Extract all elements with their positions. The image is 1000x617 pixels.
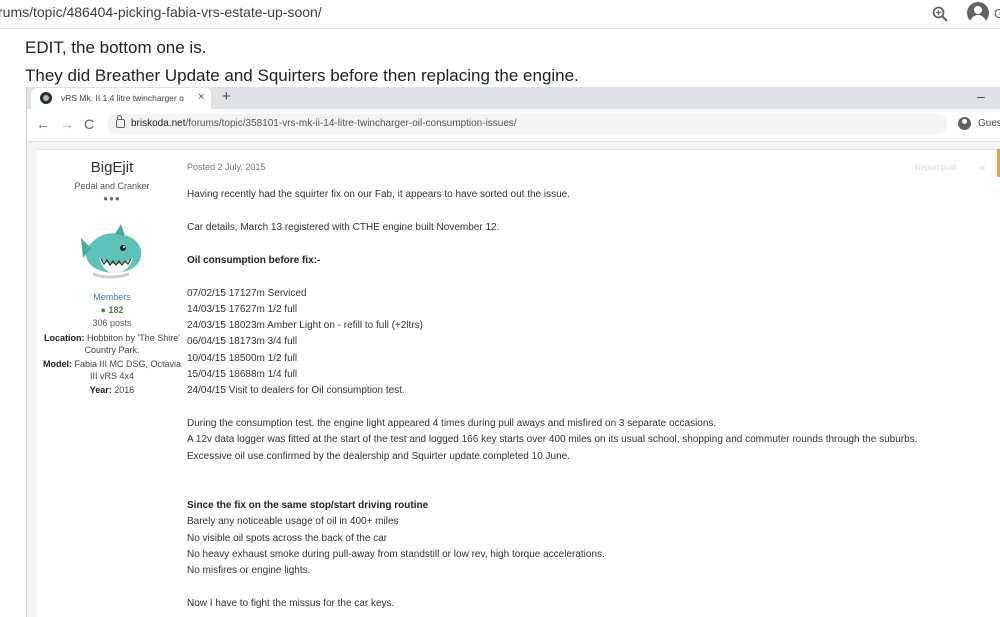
reload-button[interactable]: C [84,116,94,132]
site-favicon-icon [40,92,52,104]
address-bar[interactable]: briskoda.net/forums/topic/358101-vrs-mk-… [107,114,947,134]
model-value: Fabia III MC DSG, Octavia III vRS 4x4 [74,359,182,381]
report-post-link[interactable]: Report post [915,163,956,172]
post-body-line: 07/02/15 17127m Serviced [187,288,307,299]
browser-tab[interactable]: vRS Mk. II 1.4 litre twincharger o × [31,88,211,109]
post-body-line: 24/03/15 18023m Amber Light on - refill … [187,320,423,331]
post-body-line: No visible oil spots across the back of … [187,533,388,544]
model-label: Model: [42,359,72,369]
reputation-value: 182 [108,305,124,315]
author-location: Location: Hobbiton by 'The Shire' Countr… [39,332,185,356]
rank-dots: ●●● [103,194,121,203]
forum-post-panel [37,149,1000,617]
author-year: Year: 2016 [39,384,185,396]
post-body-heading: Oil consumption before fix:- [187,255,321,266]
post-body-heading: Since the fix on the same stop/start dri… [187,500,429,511]
outer-address-bar[interactable]: rums/topic/486404-picking-fabia-vrs-esta… [0,0,1000,29]
back-button[interactable]: ← [36,116,50,132]
zoom-icon[interactable] [931,5,949,23]
post-text-line-2: They did Breather Update and Squirters b… [25,66,579,85]
post-body-line: Having recently had the squirter fix on … [187,189,570,200]
shark-avatar-icon[interactable] [79,224,147,282]
reputation-badge: ● 182 [37,305,187,315]
author-model: Model: Fabia III MC DSG, Octavia III vRS… [39,358,185,382]
tab-close-icon[interactable]: × [198,91,204,103]
post-body-line: Now I have to fight the missus for the c… [187,598,395,609]
guest-label[interactable]: Gues [978,118,1000,129]
outer-url-text[interactable]: rums/topic/486404-picking-fabia-vrs-esta… [0,4,322,20]
embedded-screenshot: vRS Mk. II 1.4 litre twincharger o × + –… [26,87,1000,617]
profile-avatar-icon[interactable] [967,2,989,24]
post-body-line: No heavy exhaust smoke during pull-away … [187,549,605,560]
post-body-line: 24/04/15 Visit to dealers for Oil consum… [187,385,405,396]
url-path: /forums/topic/358101-vrs-mk-ii-14-litre-… [185,118,517,129]
author-group[interactable]: Members [37,292,187,302]
post-body-line: 14/03/15 17627m 1/2 full [187,304,298,315]
year-label: Year: [89,385,112,395]
minimize-button[interactable]: – [977,88,985,104]
post-body-line: No misfires or engine lights. [187,565,311,576]
address-url[interactable]: briskoda.net/forums/topic/358101-vrs-mk-… [131,118,517,129]
post-body-line: A 12v data logger was fitted at the star… [187,434,918,445]
url-domain: briskoda.net [131,118,186,129]
share-icon[interactable]: < [980,163,985,173]
post-body-line: Car details, March 13 registered with CT… [187,222,500,233]
profile-label[interactable]: G [994,6,1000,21]
location-label: Location: [43,333,85,343]
post-text-line-1: EDIT, the bottom one is. [25,38,207,57]
new-tab-button[interactable]: + [222,88,231,105]
post-body-line: 06/04/15 18173m 3/4 full [187,336,298,347]
author-name[interactable]: BigEjit [37,159,187,176]
post-body-line: During the consumption test, the engine … [187,418,717,429]
post-body-line: 15/04/15 18688m 1/4 full [187,369,298,380]
author-title: Pedal and Cranker [74,181,150,191]
guest-profile-icon[interactable] [958,117,971,130]
year-value: 2016 [114,385,135,395]
post-body-line: 10/04/15 18500m 1/2 full [187,353,298,364]
forward-button[interactable]: → [60,116,74,132]
lock-icon[interactable] [116,115,125,128]
location-value: Hobbiton by 'The Shire' Country Park. [84,333,180,355]
post-count: 306 posts [92,318,132,328]
browser-toolbar: ← → C briskoda.net/forums/topic/358101-v… [27,109,1000,142]
post-body-line: Excessive oil use confirmed by the deale… [187,451,571,462]
tab-strip: vRS Mk. II 1.4 litre twincharger o × + – [27,87,1000,109]
tab-title: vRS Mk. II 1.4 litre twincharger o [61,93,184,103]
post-body-line: Barely any noticeable usage of oil in 40… [187,516,399,527]
post-date[interactable]: Posted 2 July, 2015 [187,162,265,172]
